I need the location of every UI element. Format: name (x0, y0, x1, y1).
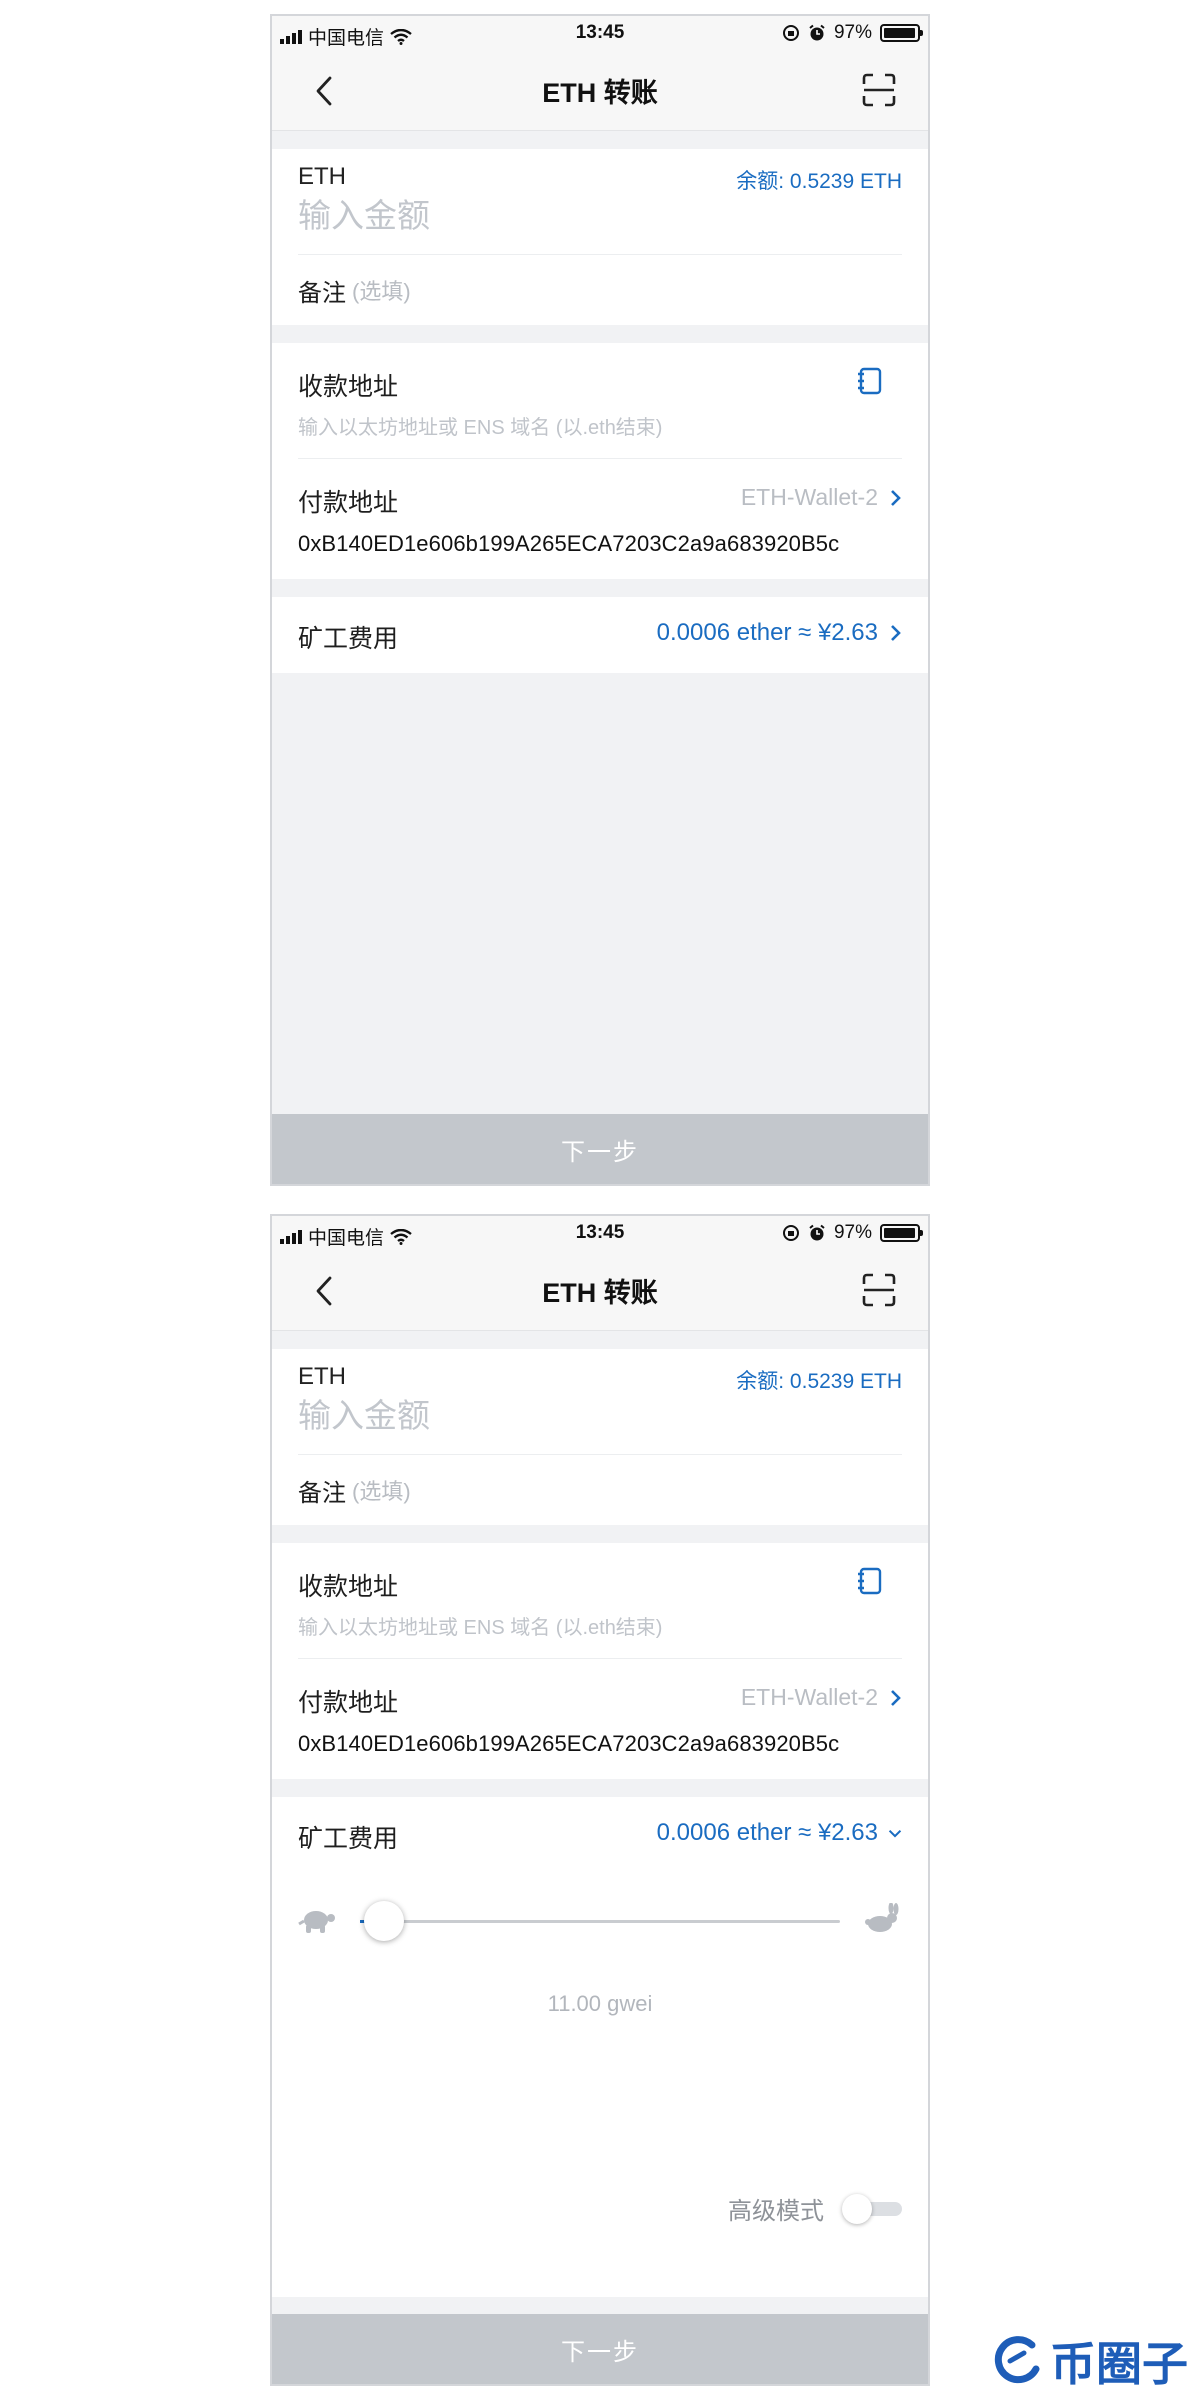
pay-address-value: 0xB140ED1e606b199A265ECA7203C2a9a683920B… (298, 1731, 840, 1756)
alarm-icon (809, 24, 825, 41)
address-card: 收款地址 付款地址 ETH-Wallet-2 0xB140ED1e606b199… (272, 343, 928, 579)
battery-percent: 97% (833, 22, 872, 43)
fee-label: 矿工费用 (298, 1825, 399, 1853)
chevron-right-icon (891, 1689, 901, 1706)
watermark-logo-icon (994, 2336, 1040, 2384)
balance-label: 余额: 0.5239 ETH (736, 170, 902, 193)
gas-slider[interactable] (298, 1901, 902, 1941)
orientation-lock-icon (782, 25, 799, 41)
status-bar: 中国电信 13:45 97% (272, 1216, 928, 1251)
watermark-text: 币圈子 (1050, 2337, 1188, 2391)
amount-input[interactable] (298, 197, 902, 235)
gas-price-label: 11.00 gwei (547, 1991, 653, 2016)
address-card: 收款地址 付款地址 ETH-Wallet-2 0xB140ED1e606b199… (272, 1543, 928, 1779)
screen-collapsed: 中国电信 13:45 97% ETH 转账 ETH 余额: 0.5239 ETH… (270, 14, 930, 1186)
pay-wallet-row[interactable]: 付款地址 ETH-Wallet-2 (298, 459, 902, 519)
address-book-icon[interactable] (856, 367, 884, 395)
page-title: ETH 转账 (542, 1278, 658, 1308)
receive-address-label: 收款地址 (298, 1573, 399, 1601)
memo-label: 备注 (298, 1479, 346, 1507)
address-book-icon[interactable] (856, 1567, 884, 1595)
memo-field[interactable]: 备注 (选填) (298, 255, 902, 325)
battery-icon (880, 24, 923, 42)
battery-percent: 97% (833, 1222, 872, 1243)
pay-wallet-row[interactable]: 付款地址 ETH-Wallet-2 (298, 1659, 902, 1719)
amount-input[interactable] (298, 1397, 902, 1435)
screen-fee-expanded: 中国电信 13:45 97% ETH 转账 ETH 余额: 0.5239 ETH… (270, 1214, 930, 2386)
memo-label: 备注 (298, 279, 346, 307)
fee-card: 矿工费用 0.0006 ether ≈ ¥2.63 (272, 597, 928, 673)
fee-card: 矿工费用 0.0006 ether ≈ ¥2.63 (272, 1797, 928, 1873)
watermark: 币圈子 (992, 2328, 1188, 2394)
gas-slider-track (360, 1920, 840, 1923)
scan-icon[interactable] (862, 1273, 896, 1307)
fee-row[interactable]: 矿工费用 0.0006 ether ≈ ¥2.63 (298, 597, 902, 673)
gas-slider-thumb[interactable] (364, 1901, 404, 1941)
fee-label: 矿工费用 (298, 625, 399, 653)
fee-value: 0.0006 ether ≈ ¥2.63 (656, 619, 878, 646)
pay-wallet-name: ETH-Wallet-2 (740, 1684, 878, 1710)
memo-optional-hint: (选填) (352, 1479, 411, 1504)
battery-icon (880, 1224, 923, 1242)
page-title: ETH 转账 (542, 78, 658, 108)
fee-row[interactable]: 矿工费用 0.0006 ether ≈ ¥2.63 (298, 1797, 902, 1873)
nav-bar: ETH 转账 (272, 1251, 928, 1331)
chevron-down-icon (888, 1829, 902, 1838)
advanced-mode-label: 高级模式 (728, 2198, 824, 2225)
alarm-icon (809, 1224, 825, 1241)
pay-address-label: 付款地址 (298, 489, 399, 517)
advanced-mode-toggle[interactable] (842, 2193, 902, 2224)
fee-value: 0.0006 ether ≈ ¥2.63 (656, 1819, 878, 1846)
pay-address-value: 0xB140ED1e606b199A265ECA7203C2a9a683920B… (298, 531, 840, 556)
rabbit-icon (865, 1903, 899, 1932)
status-bar: 中国电信 13:45 97% (272, 16, 928, 51)
memo-field[interactable]: 备注 (选填) (298, 1455, 902, 1525)
amount-card: ETH 余额: 0.5239 ETH 备注 (选填) (272, 149, 928, 325)
balance-label: 余额: 0.5239 ETH (736, 1370, 902, 1393)
token-label: ETH (298, 1363, 346, 1390)
pay-address-label: 付款地址 (298, 1689, 399, 1717)
receive-address-label: 收款地址 (298, 373, 399, 401)
nav-bar: ETH 转账 (272, 51, 928, 131)
receive-address-input[interactable] (298, 1617, 902, 1640)
orientation-lock-icon (782, 1225, 799, 1241)
scan-icon[interactable] (862, 73, 896, 107)
token-label: ETH (298, 163, 346, 190)
chevron-right-icon (891, 489, 901, 506)
amount-card: ETH 余额: 0.5239 ETH 备注 (选填) (272, 1349, 928, 1525)
next-button[interactable]: 下一步 (272, 1114, 928, 1184)
receive-address-input[interactable] (298, 417, 902, 440)
memo-optional-hint: (选填) (352, 279, 411, 304)
pay-wallet-name: ETH-Wallet-2 (740, 484, 878, 510)
next-button[interactable]: 下一步 (272, 2314, 928, 2384)
turtle-icon (298, 1911, 335, 1933)
fee-panel: 11.00 gwei 高级模式 (272, 1873, 928, 2297)
chevron-right-icon (891, 625, 901, 641)
